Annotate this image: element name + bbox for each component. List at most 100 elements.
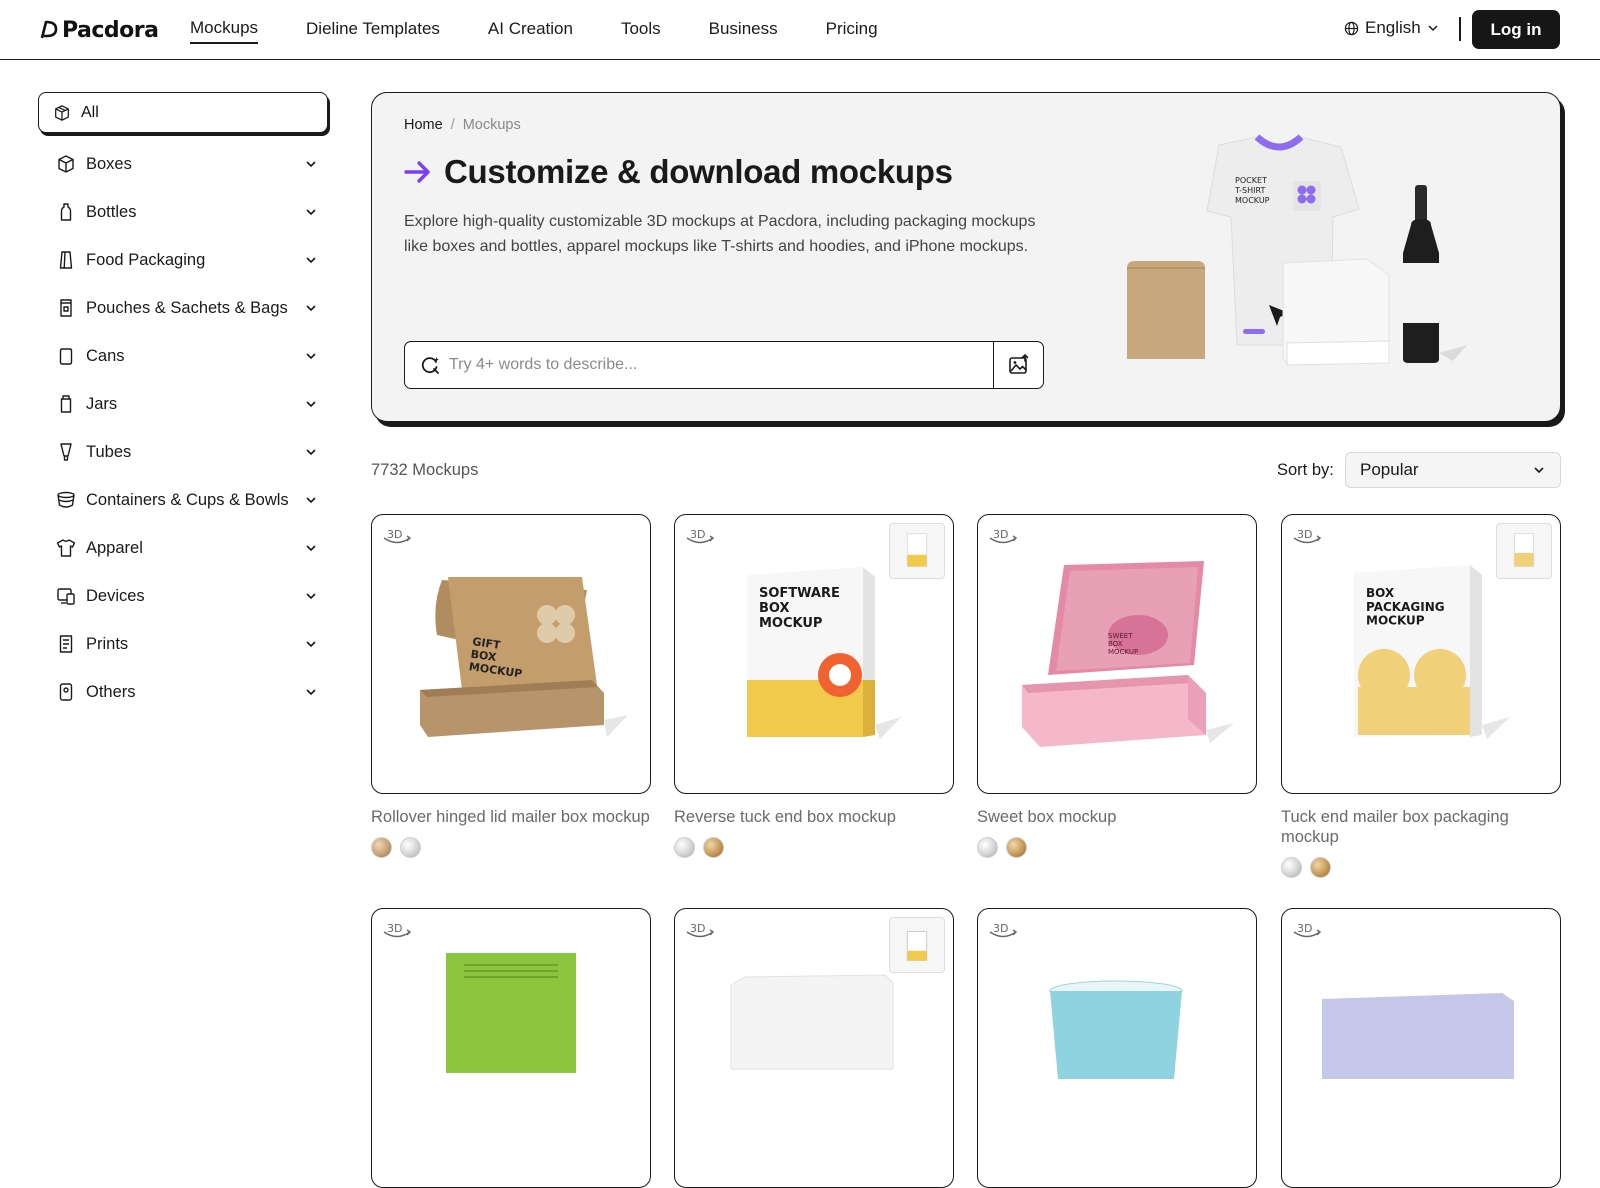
sidebar-item-all[interactable]: All — [38, 92, 328, 133]
kraft-mailer-box-art: GIFTBOXMOCKUP — [420, 577, 628, 737]
category-sidebar: All Boxes Bottles Food Packaging Pouches… — [38, 92, 328, 716]
mockup-thumbnail[interactable]: 3D — [371, 908, 651, 1188]
mockup-thumbnail[interactable]: 3D SOFTWARE BOX MOCKUP — [674, 514, 954, 794]
sidebar-item-food-packaging[interactable]: Food Packaging — [38, 236, 328, 284]
nav-pricing[interactable]: Pricing — [826, 15, 878, 43]
3d-badge-icon: 3D — [686, 528, 715, 544]
ai-search-icon — [421, 357, 439, 374]
chevron-down-icon[interactable] — [304, 493, 318, 507]
sidebar-item-devices[interactable]: Devices — [38, 572, 328, 620]
chevron-down-icon[interactable] — [304, 445, 318, 459]
mini-thumbnail[interactable] — [1496, 523, 1552, 579]
chevron-down-icon — [1428, 25, 1438, 32]
mini-thumbnail[interactable] — [889, 917, 945, 973]
pink-mailer-box-art: SWEET BOX MOCKUP — [1022, 561, 1234, 747]
mockup-card[interactable]: 3D SOFTWARE BOX MOCKUP Reverse tuck end bo… — [674, 514, 954, 858]
swatch-gold[interactable] — [1310, 857, 1331, 878]
mockup-count: 7732 Mockups — [371, 461, 479, 479]
breadcrumb: Home / Mockups — [404, 117, 521, 133]
nav-dieline-templates[interactable]: Dieline Templates — [306, 15, 440, 43]
nav-ai-creation[interactable]: AI Creation — [488, 15, 573, 43]
mockup-card[interactable]: 3D GIFTBOXMOCKUP Rollover hinged lid mai… — [371, 514, 651, 858]
chevron-down-icon[interactable] — [304, 397, 318, 411]
chevron-down-icon[interactable] — [304, 541, 318, 555]
mockup-title[interactable]: Reverse tuck end box mockup — [674, 807, 954, 827]
mockup-thumbnail[interactable]: 3D — [1281, 908, 1561, 1188]
svg-text:MOCKUP: MOCKUP — [1235, 196, 1270, 205]
sidebar-item-cans[interactable]: Cans — [38, 332, 328, 380]
chevron-down-icon[interactable] — [304, 637, 318, 651]
swatch-gold[interactable] — [1006, 837, 1027, 858]
sidebar-item-boxes[interactable]: Boxes — [38, 140, 328, 188]
sidebar-item-apparel[interactable]: Apparel — [38, 524, 328, 572]
arrow-right-icon — [404, 161, 430, 183]
sidebar-item-others[interactable]: Others — [38, 668, 328, 716]
mockup-title[interactable]: Sweet box mockup — [977, 807, 1257, 827]
chevron-down-icon[interactable] — [304, 349, 318, 363]
mockup-card[interactable]: 3D — [977, 908, 1257, 1188]
nav-business[interactable]: Business — [709, 15, 778, 43]
sidebar-item-pouches[interactable]: Pouches & Sachets & Bags — [38, 284, 328, 332]
mockup-card[interactable]: 3D BOX PACKAGING MOCKUP Tuck end mailer bo… — [1281, 514, 1561, 878]
mockup-title[interactable]: Tuck end mailer box packaging mockup — [1281, 807, 1561, 847]
sidebar-item-bottles[interactable]: Bottles — [38, 188, 328, 236]
3d-badge-icon: 3D — [989, 528, 1018, 544]
image-search-button[interactable] — [993, 342, 1043, 388]
mini-thumbnail[interactable] — [889, 523, 945, 579]
mockup-card[interactable]: 3D — [371, 908, 651, 1188]
chevron-down-icon[interactable] — [304, 205, 318, 219]
material-swatches — [1281, 857, 1561, 878]
swatch-kraft[interactable] — [371, 837, 392, 858]
swatch-silver[interactable] — [674, 837, 695, 858]
sidebar-item-prints[interactable]: Prints — [38, 620, 328, 668]
mockup-thumbnail[interactable]: 3D — [674, 908, 954, 1188]
3d-badge-label: 3D — [993, 528, 1008, 541]
mockup-card[interactable]: 3D SWEET BOX MOCKUP Sweet box mockup — [977, 514, 1257, 858]
search-input[interactable] — [449, 356, 993, 374]
sidebar-item-label: Devices — [86, 586, 145, 605]
hero-banner: Home / Mockups Customize & download mock… — [371, 92, 1561, 422]
green-card-art — [446, 953, 576, 1073]
sidebar-item-containers[interactable]: Containers & Cups & Bowls — [38, 476, 328, 524]
pacdora-logo[interactable]: Pacdora — [38, 14, 159, 46]
pouch-icon — [60, 299, 72, 317]
lavender-box-art — [1322, 993, 1514, 1079]
3d-badge-label: 3D — [690, 922, 705, 935]
swatch-silver[interactable] — [400, 837, 421, 858]
chevron-down-icon[interactable] — [304, 589, 318, 603]
sidebar-item-label: Food Packaging — [86, 250, 206, 269]
main-nav: Mockups Dieline Templates AI Creation To… — [190, 0, 926, 58]
3d-badge-label: 3D — [387, 528, 402, 541]
mockup-card[interactable]: 3D — [674, 908, 954, 1188]
sidebar-item-label: All — [81, 103, 99, 121]
mockup-thumbnail[interactable]: 3D BOX PACKAGING MOCKUP — [1281, 514, 1561, 794]
material-swatches — [371, 837, 651, 858]
3d-badge-icon: 3D — [989, 922, 1018, 938]
sidebar-item-tubes[interactable]: Tubes — [38, 428, 328, 476]
language-selector[interactable]: English — [1344, 18, 1439, 38]
3d-badge-icon: 3D — [686, 922, 715, 938]
top-header: Pacdora Mockups Dieline Templates AI Cre… — [0, 0, 1600, 60]
chevron-down-icon[interactable] — [304, 685, 318, 699]
breadcrumb-home[interactable]: Home — [404, 117, 443, 133]
chevron-down-icon[interactable] — [304, 301, 318, 315]
mockup-title[interactable]: Rollover hinged lid mailer box mockup — [371, 807, 651, 827]
nav-mockups[interactable]: Mockups — [190, 14, 259, 44]
mockup-thumbnail[interactable]: 3D — [977, 908, 1257, 1188]
3d-badge-label: 3D — [1297, 922, 1312, 935]
chevron-down-icon[interactable] — [304, 253, 318, 267]
chevron-down-icon[interactable] — [304, 157, 318, 171]
sort-dropdown[interactable]: Popular — [1345, 452, 1561, 488]
swatch-silver[interactable] — [1281, 857, 1302, 878]
mockup-thumbnail[interactable]: 3D SWEET BOX MOCKUP — [977, 514, 1257, 794]
swatch-gold[interactable] — [703, 837, 724, 858]
mockup-card[interactable]: 3D — [1281, 908, 1561, 1188]
swatch-silver[interactable] — [977, 837, 998, 858]
mockup-thumbnail[interactable]: 3D GIFTBOXMOCKUP — [371, 514, 651, 794]
material-swatches — [977, 837, 1257, 858]
sidebar-item-jars[interactable]: Jars — [38, 380, 328, 428]
sidebar-item-label: Cans — [86, 346, 125, 365]
nav-tools[interactable]: Tools — [621, 15, 661, 43]
login-button[interactable]: Log in — [1472, 10, 1560, 49]
sidebar-item-label: Boxes — [86, 154, 132, 173]
